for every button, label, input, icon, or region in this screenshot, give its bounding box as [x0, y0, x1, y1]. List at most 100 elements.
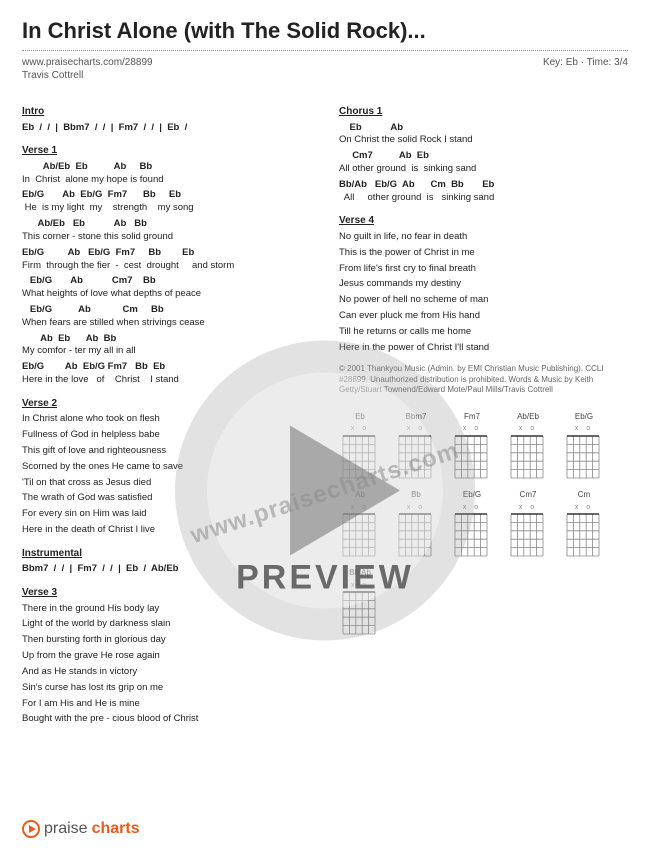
fretboard-icon	[395, 512, 435, 558]
fretboard-icon	[451, 434, 491, 480]
fret-marks: x o	[563, 424, 605, 433]
v4-l2: From life's first cry to final breath	[339, 263, 628, 276]
source-url: www.praisecharts.com/28899	[22, 57, 153, 68]
footer-logo: praisecharts	[22, 820, 140, 838]
v2-l6: For every sin on Him was laid	[22, 508, 311, 521]
v1-l1: In Christ alone my hope is found	[22, 174, 311, 187]
ch-l3: All other ground is sinking sand	[339, 192, 628, 205]
v1-c6: Eb/G Ab Cm Bb	[22, 304, 311, 317]
v1-l7: My comfor - ter my all in all	[22, 345, 311, 358]
v2-l0: In Christ alone who took on flesh	[22, 413, 311, 426]
chord-diagram: Bbm7x o	[395, 412, 437, 480]
chord-diagram: Fm7x o	[451, 412, 493, 480]
meta-row: www.praisecharts.com/28899 Key: Eb · Tim…	[22, 57, 628, 68]
chord-label: Bbm7	[395, 412, 437, 423]
chord-label: Fm7	[451, 412, 493, 423]
fret-marks: x o	[507, 424, 549, 433]
ch-c2: Cm7 Ab Eb	[339, 150, 628, 163]
section-chorus1: Chorus 1	[339, 105, 628, 119]
ch-c3: Bb/Ab Eb/G Ab Cm Bb Eb	[339, 179, 628, 192]
v3-l5: Sin's curse has lost its grip on me	[22, 682, 311, 695]
fretboard-icon	[339, 434, 379, 480]
fret-marks: x o	[507, 503, 549, 512]
fretboard-icon	[507, 512, 547, 558]
v4-l6: Till he returns or calls me home	[339, 326, 628, 339]
v4-l1: This is the power of Christ in me	[339, 247, 628, 260]
v3-l1: Light of the world by darkness slain	[22, 618, 311, 631]
chord-diagram: Cm x o	[563, 490, 605, 558]
v3-l2: Then bursting forth in glorious day	[22, 634, 311, 647]
chord-diagram: Ebx o	[339, 412, 381, 480]
section-verse1: Verse 1	[22, 144, 311, 158]
play-icon	[22, 820, 40, 838]
v1-l8: Here in the love of Christ I stand	[22, 374, 311, 387]
chord-label: Cm7	[507, 490, 549, 501]
chord-diagram: Eb/Gx o	[563, 412, 605, 480]
v2-l3: Scorned by the ones He came to save	[22, 461, 311, 474]
v4-l0: No guilt in life, no fear in death	[339, 231, 628, 244]
v2-l7: Here in the death of Christ I live	[22, 524, 311, 537]
chord-diagram: Eb/Gx o	[451, 490, 493, 558]
v1-c7: Ab Eb Ab Bb	[22, 333, 311, 346]
divider	[22, 50, 628, 51]
v1-c4: Eb/G Ab Eb/G Fm7 Bb Eb	[22, 247, 311, 260]
page-title: In Christ Alone (with The Solid Rock)...	[22, 18, 628, 44]
chord-diagrams: Ebx oBbm7x oFm7x oAb/Ebx oEb/Gx oAbx oBb…	[339, 412, 628, 637]
fret-marks: x o	[339, 503, 381, 512]
section-verse2: Verse 2	[22, 397, 311, 411]
section-intro: Intro	[22, 105, 311, 119]
fretboard-icon	[507, 434, 547, 480]
v1-l6: When fears are stilled when strivings ce…	[22, 317, 311, 330]
left-column: Intro Eb / / | Bbm7 / / | Fm7 / / | Eb /…	[22, 95, 311, 729]
logo-text-2: charts	[92, 820, 140, 838]
intro-chords: Eb / / | Bbm7 / / | Fm7 / / | Eb /	[22, 122, 311, 135]
section-verse4: Verse 4	[339, 214, 628, 228]
v1-l3: This corner - stone this solid ground	[22, 231, 311, 244]
v3-l3: Up from the grave He rose again	[22, 650, 311, 663]
v4-l5: Can ever pluck me from His hand	[339, 310, 628, 323]
fret-marks: x o	[451, 424, 493, 433]
v3-l4: And as He stands in victory	[22, 666, 311, 679]
fret-marks: x o	[339, 424, 381, 433]
v3-l7: Bought with the pre - cious blood of Chr…	[22, 713, 311, 726]
v1-l5: What heights of love what depths of peac…	[22, 288, 311, 301]
key-time: Key: Eb · Time: 3/4	[543, 57, 628, 68]
fretboard-icon	[451, 512, 491, 558]
v1-c5: Eb/G Ab Cm7 Bb	[22, 275, 311, 288]
v1-l4: Firm through the fier - cest drought and…	[22, 260, 311, 273]
fretboard-icon	[563, 512, 603, 558]
v2-l4: 'Til on that cross as Jesus died	[22, 477, 311, 490]
content-columns: Intro Eb / / | Bbm7 / / | Fm7 / / | Eb /…	[22, 95, 628, 729]
v2-l1: Fullness of God in helpless babe	[22, 429, 311, 442]
v1-c2: Eb/G Ab Eb/G Fm7 Bb Eb	[22, 189, 311, 202]
v1-c3: Ab/Eb Eb Ab Bb	[22, 218, 311, 231]
v2-l5: The wrath of God was satisfied	[22, 492, 311, 505]
ch-c1: Eb Ab	[339, 122, 628, 135]
v4-l3: Jesus commands my destiny	[339, 278, 628, 291]
fret-marks: x o	[451, 503, 493, 512]
fret-marks: x o	[563, 503, 605, 512]
fretboard-icon	[563, 434, 603, 480]
v2-l2: This gift of love and righteousness	[22, 445, 311, 458]
fretboard-icon	[339, 512, 379, 558]
chord-label: Cm	[563, 490, 605, 501]
logo-text-1: praise	[44, 820, 88, 838]
fret-marks: x o	[395, 424, 437, 433]
fretboard-icon	[395, 434, 435, 480]
artist: Travis Cottrell	[22, 70, 628, 81]
v3-l0: There in the ground His body lay	[22, 603, 311, 616]
chord-label: Eb/G	[563, 412, 605, 423]
v1-c1: Ab/Eb Eb Ab Bb	[22, 161, 311, 174]
ch-l1: On Christ the solid Rock I stand	[339, 134, 628, 147]
ch-l2: All other ground is sinking sand	[339, 163, 628, 176]
v3-l6: For I am His and He is mine	[22, 698, 311, 711]
v4-l7: Here in the power of Christ I'll stand	[339, 342, 628, 355]
chord-label: Ab/Eb	[507, 412, 549, 423]
fret-marks: x o	[395, 503, 437, 512]
chord-diagram: Bb x o	[395, 490, 437, 558]
chord-label: Bb	[395, 490, 437, 501]
chord-label: Eb	[339, 412, 381, 423]
v1-c8: Eb/G Ab Eb/G Fm7 Bb Eb	[22, 361, 311, 374]
v4-l4: No power of hell no scheme of man	[339, 294, 628, 307]
right-column: Chorus 1 Eb Ab On Christ the solid Rock …	[339, 95, 628, 729]
